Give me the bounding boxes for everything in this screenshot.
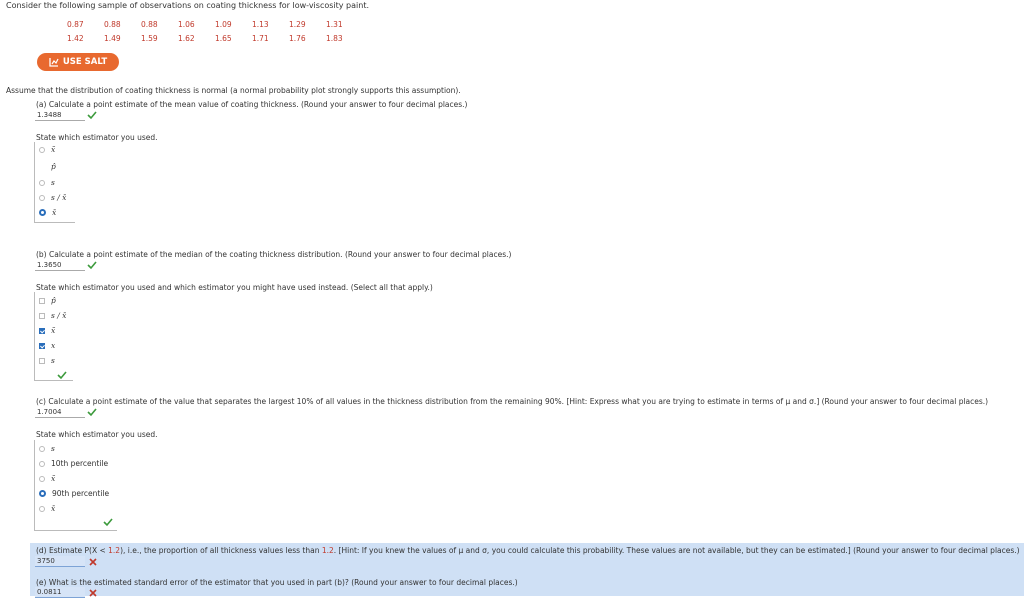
- part-c-question: (c) Calculate a point estimate of the va…: [36, 397, 989, 406]
- data-value: 1.31: [326, 20, 343, 29]
- radio-button[interactable]: [39, 194, 45, 201]
- radio-button[interactable]: [39, 146, 45, 153]
- incorrect-x-icon: [89, 558, 97, 566]
- option-s[interactable]: s: [39, 178, 55, 187]
- checkbox[interactable]: [39, 297, 45, 304]
- option-label: 10th percentile: [51, 459, 109, 468]
- option-label: p̂: [51, 162, 56, 171]
- option-label: x̃: [51, 474, 56, 483]
- part-b-state: State which estimator you used and which…: [36, 283, 433, 292]
- part-b-choices: p̂ s / x̄ x̃ x s: [34, 292, 73, 381]
- data-value: 1.29: [289, 20, 306, 29]
- option-s[interactable]: s: [39, 356, 55, 365]
- option-label: x: [51, 341, 56, 350]
- correct-check-icon: [87, 408, 97, 417]
- data-value: 1.76: [289, 34, 306, 43]
- option-label: p̂: [51, 296, 56, 305]
- option-label: x̄: [51, 504, 56, 513]
- option-label: s: [51, 356, 55, 365]
- assumption-text: Assume that the distribution of coating …: [6, 86, 461, 95]
- part-a-question: (a) Calculate a point estimate of the me…: [36, 100, 468, 109]
- correct-check-icon: [87, 261, 97, 270]
- part-b-answer-input[interactable]: 1.3650: [35, 260, 85, 271]
- option-x[interactable]: x: [39, 341, 55, 350]
- data-value: 0.87: [67, 20, 84, 29]
- use-salt-label: USE SALT: [62, 57, 108, 67]
- part-a-state: State which estimator you used.: [36, 133, 158, 142]
- option-label: s / x̄: [51, 311, 67, 320]
- data-value: 1.59: [141, 34, 158, 43]
- part-d-value: 1.2: [108, 546, 121, 555]
- salt-chart-icon: [49, 58, 59, 67]
- part-d-question: (d) Estimate P(X < 1.2), i.e., the propo…: [36, 546, 1020, 555]
- part-c-answer-input[interactable]: 1.7004: [35, 407, 85, 418]
- option-label: x̃: [51, 145, 56, 154]
- checkbox[interactable]: [39, 312, 45, 319]
- checkbox-checked[interactable]: [39, 342, 45, 349]
- radio-button-selected[interactable]: [39, 209, 46, 216]
- option-p-hat[interactable]: p̂: [39, 162, 56, 171]
- data-row-2: 1.42 1.49 1.59 1.62 1.65 1.71 1.76 1.83: [67, 34, 363, 43]
- problem-intro: Consider the following sample of observa…: [6, 1, 369, 10]
- data-value: 1.65: [215, 34, 232, 43]
- checkbox[interactable]: [39, 357, 45, 364]
- option-label: s: [51, 444, 55, 453]
- option-s-over-xbar[interactable]: s / x̄: [39, 311, 66, 320]
- part-c-state: State which estimator you used.: [36, 430, 158, 439]
- data-value: 1.49: [104, 34, 121, 43]
- option-xbar[interactable]: x̄: [39, 208, 56, 217]
- radio-button[interactable]: [39, 179, 45, 186]
- radio-button[interactable]: [39, 475, 45, 482]
- option-label: s / x̄: [51, 193, 67, 202]
- part-b-question: (b) Calculate a point estimate of the me…: [36, 250, 512, 259]
- option-90th-percentile[interactable]: 90th percentile: [39, 489, 109, 498]
- radio-button-selected[interactable]: [39, 490, 46, 497]
- data-value: 1.42: [67, 34, 84, 43]
- option-median[interactable]: x̃: [39, 474, 55, 483]
- option-median[interactable]: x̃: [39, 145, 55, 154]
- data-value: 1.06: [178, 20, 195, 29]
- part-d-text: . [Hint: If you knew the values of μ and…: [333, 546, 1020, 555]
- correct-check-icon: [103, 518, 113, 527]
- data-value: 0.88: [104, 20, 121, 29]
- radio-button[interactable]: [39, 445, 45, 452]
- data-value: 1.62: [178, 34, 195, 43]
- option-p-hat[interactable]: p̂: [39, 296, 56, 305]
- option-label: s: [51, 178, 55, 187]
- incorrect-x-icon: [89, 589, 97, 597]
- correct-check-icon: [87, 111, 97, 120]
- part-d-text: (d) Estimate P(X <: [36, 546, 109, 555]
- part-e-question: (e) What is the estimated standard error…: [36, 578, 518, 587]
- option-xbar[interactable]: x̄: [39, 504, 55, 513]
- part-a-choices: x̃ p̂ s s / x̄ x̄: [34, 142, 75, 223]
- correct-check-icon: [57, 371, 67, 380]
- option-s-over-xbar[interactable]: s / x̄: [39, 193, 66, 202]
- data-row-1: 0.87 0.88 0.88 1.06 1.09 1.13 1.29 1.31: [67, 20, 363, 29]
- part-e-answer-input[interactable]: 0.0811: [35, 587, 85, 598]
- option-10th-percentile[interactable]: 10th percentile: [39, 459, 108, 468]
- option-label: x̄: [52, 208, 57, 217]
- checkbox-checked[interactable]: [39, 327, 45, 334]
- part-a-answer-input[interactable]: 1.3488: [35, 110, 85, 121]
- data-value: 0.88: [141, 20, 158, 29]
- option-s[interactable]: s: [39, 444, 55, 453]
- part-d-value: 1.2: [321, 546, 334, 555]
- part-d-text: ), i.e., the proportion of all thickness…: [120, 546, 322, 555]
- option-label: 90th percentile: [52, 489, 110, 498]
- data-value: 1.13: [252, 20, 269, 29]
- radio-button[interactable]: [39, 460, 45, 467]
- part-d-answer-input[interactable]: 3750: [35, 556, 85, 567]
- radio-button[interactable]: [39, 505, 45, 512]
- data-value: 1.09: [215, 20, 232, 29]
- data-value: 1.83: [326, 34, 343, 43]
- use-salt-button[interactable]: USE SALT: [37, 53, 119, 71]
- data-value: 1.71: [252, 34, 269, 43]
- option-median[interactable]: x̃: [39, 326, 55, 335]
- option-label: x̃: [51, 326, 56, 335]
